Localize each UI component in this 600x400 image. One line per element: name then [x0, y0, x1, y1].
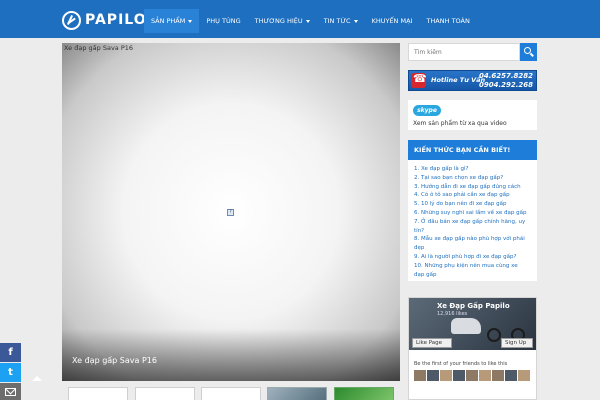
knowledge-link[interactable]: đạp gấp — [414, 271, 531, 280]
main-menu: Sản phẩm Phụ tùng Thương hiệu Tin tức Kh… — [144, 9, 477, 33]
top-navbar: PAPILO Sản phẩm Phụ tùng Thương hiệu Tin… — [0, 0, 600, 38]
knowledge-link[interactable]: 6. Những suy nghĩ sai lầm về xe đạp gấp — [414, 209, 531, 218]
knowledge-link-list: 1. Xe đạp gấp là gì? 2. Tại sao bạn chọn… — [408, 160, 537, 281]
avatar[interactable] — [479, 370, 491, 381]
facebook-like-label: Like Page — [416, 340, 443, 346]
knowledge-link[interactable]: 8. Mẫu xe đạp gấp nào phù hợp với phái — [414, 235, 531, 244]
thumbnail[interactable] — [334, 387, 394, 400]
search-input[interactable] — [408, 43, 520, 61]
nav-item-phu-tung[interactable]: Phụ tùng — [199, 9, 247, 33]
chevron-down-icon — [353, 19, 358, 23]
skype-video-widget[interactable]: skype Xem sản phẩm từ xa qua video — [408, 100, 537, 130]
knowledge-link[interactable]: 1. Xe đạp gấp là gì? — [414, 165, 531, 174]
skype-caption: Xem sản phẩm từ xa qua video — [413, 120, 507, 127]
brand-name: PAPILO — [85, 12, 147, 28]
share-twitter-button[interactable]: t — [0, 363, 21, 382]
facebook-signup-label: Sign Up — [505, 340, 527, 346]
nav-item-thuong-hieu[interactable]: Thương hiệu — [248, 9, 317, 33]
facebook-like-count: 12,916 likes — [437, 311, 468, 317]
hotline-banner[interactable]: Hotline Tư Vấn 04.6257.8282 0904.292.268 — [408, 70, 537, 91]
nav-label: Tin tức — [323, 17, 351, 25]
mail-icon — [5, 387, 16, 396]
nav-item-khuyen-mai[interactable]: Khuyến mại — [365, 9, 420, 33]
thumbnail[interactable] — [135, 387, 195, 400]
facebook-cover-photo: Xe Đạp Gấp Papilo 12,916 likes Like Page… — [409, 298, 536, 350]
facebook-like-button[interactable]: Like Page — [412, 338, 452, 348]
knowledge-link[interactable]: đẹp — [414, 244, 531, 253]
search-icon-handle — [530, 52, 534, 57]
avatar[interactable] — [518, 370, 530, 381]
thumbnail[interactable] — [267, 387, 327, 400]
avatar[interactable] — [492, 370, 504, 381]
product-slideshow[interactable]: Xe đạp gấp Sava P16 ? Xe đạp gấp Sava P1… — [62, 43, 400, 381]
knowledge-link[interactable]: 3. Hướng dẫn đi xe đạp gấp đúng cách — [414, 183, 531, 192]
facebook-friends-text: Be the first of your friends to like thi… — [414, 361, 508, 367]
twitter-icon: t — [8, 367, 13, 378]
papilo-logo-icon — [62, 10, 81, 30]
nav-item-thanh-toan[interactable]: Thanh toán — [419, 9, 476, 33]
avatar[interactable] — [427, 370, 439, 381]
thumbnail[interactable] — [201, 387, 261, 400]
hotline-phone-2: 0904.292.268 — [478, 81, 533, 89]
cover-bike-wheel — [487, 328, 501, 342]
hotline-phone-1: 04.6257.8282 — [478, 72, 533, 80]
slide-caption: Xe đạp gấp Sava P16 — [72, 356, 157, 365]
chevron-down-icon — [305, 19, 310, 23]
thumbnail[interactable] — [68, 387, 128, 400]
slideshow-thumbnails — [62, 383, 400, 400]
facebook-page-name[interactable]: Xe Đạp Gấp Papilo — [437, 302, 510, 310]
facebook-fan-avatars — [414, 370, 532, 381]
facebook-page-widget: Xe Đạp Gấp Papilo 12,916 likes Like Page… — [408, 297, 537, 400]
avatar[interactable] — [466, 370, 478, 381]
skype-icon: skype — [413, 105, 441, 116]
knowledge-link[interactable]: 7. Ở đâu bán xe đạp gấp chính hãng, uy — [414, 218, 531, 227]
knowledge-link[interactable]: 10. Những phụ kiện nên mua cùng xe — [414, 262, 531, 271]
nav-label: Thanh toán — [426, 17, 470, 25]
knowledge-widget-title: KIẾN THỨC BẠN CẦN BIẾT! — [408, 140, 537, 160]
phone-icon — [411, 72, 427, 88]
nav-label: Sản phẩm — [151, 17, 186, 25]
avatar[interactable] — [440, 370, 452, 381]
chevron-down-icon — [188, 19, 193, 23]
facebook-signup-button[interactable]: Sign Up — [501, 338, 533, 348]
avatar[interactable] — [414, 370, 426, 381]
avatar[interactable] — [505, 370, 517, 381]
nav-label: Thương hiệu — [254, 17, 303, 25]
brand-logo[interactable]: PAPILO — [62, 10, 147, 30]
cover-car-shape — [451, 318, 481, 334]
knowledge-link[interactable]: 9. Ai là người phù hợp đi xe đạp gấp? — [414, 253, 531, 262]
caption-overlay — [62, 329, 400, 381]
nav-label: Phụ tùng — [206, 17, 241, 25]
knowledge-link[interactable]: 4. Có ô tô sao phải cần xe đạp gấp — [414, 191, 531, 200]
facebook-icon: f — [8, 347, 13, 358]
slide-image-alt-text: Xe đạp gấp Sava P16 — [64, 44, 134, 52]
knowledge-link[interactable]: 5. 10 lý do bạn nên đi xe đạp gấp — [414, 200, 531, 209]
nav-item-san-pham[interactable]: Sản phẩm — [144, 9, 200, 33]
knowledge-link[interactable]: 2. Tại sao bạn chọn xe đạp gấp? — [414, 174, 531, 183]
broken-image-icon: ? — [227, 209, 234, 216]
knowledge-link[interactable]: tín? — [414, 227, 531, 236]
search-button[interactable] — [520, 43, 537, 61]
share-email-button[interactable] — [0, 383, 21, 400]
nav-label: Khuyến mại — [371, 17, 413, 25]
nav-item-tin-tuc[interactable]: Tin tức — [317, 9, 365, 33]
active-thumb-indicator — [32, 376, 42, 381]
avatar[interactable] — [453, 370, 465, 381]
share-facebook-button[interactable]: f — [0, 343, 21, 362]
hotline-label: Hotline Tư Vấn — [431, 76, 486, 84]
